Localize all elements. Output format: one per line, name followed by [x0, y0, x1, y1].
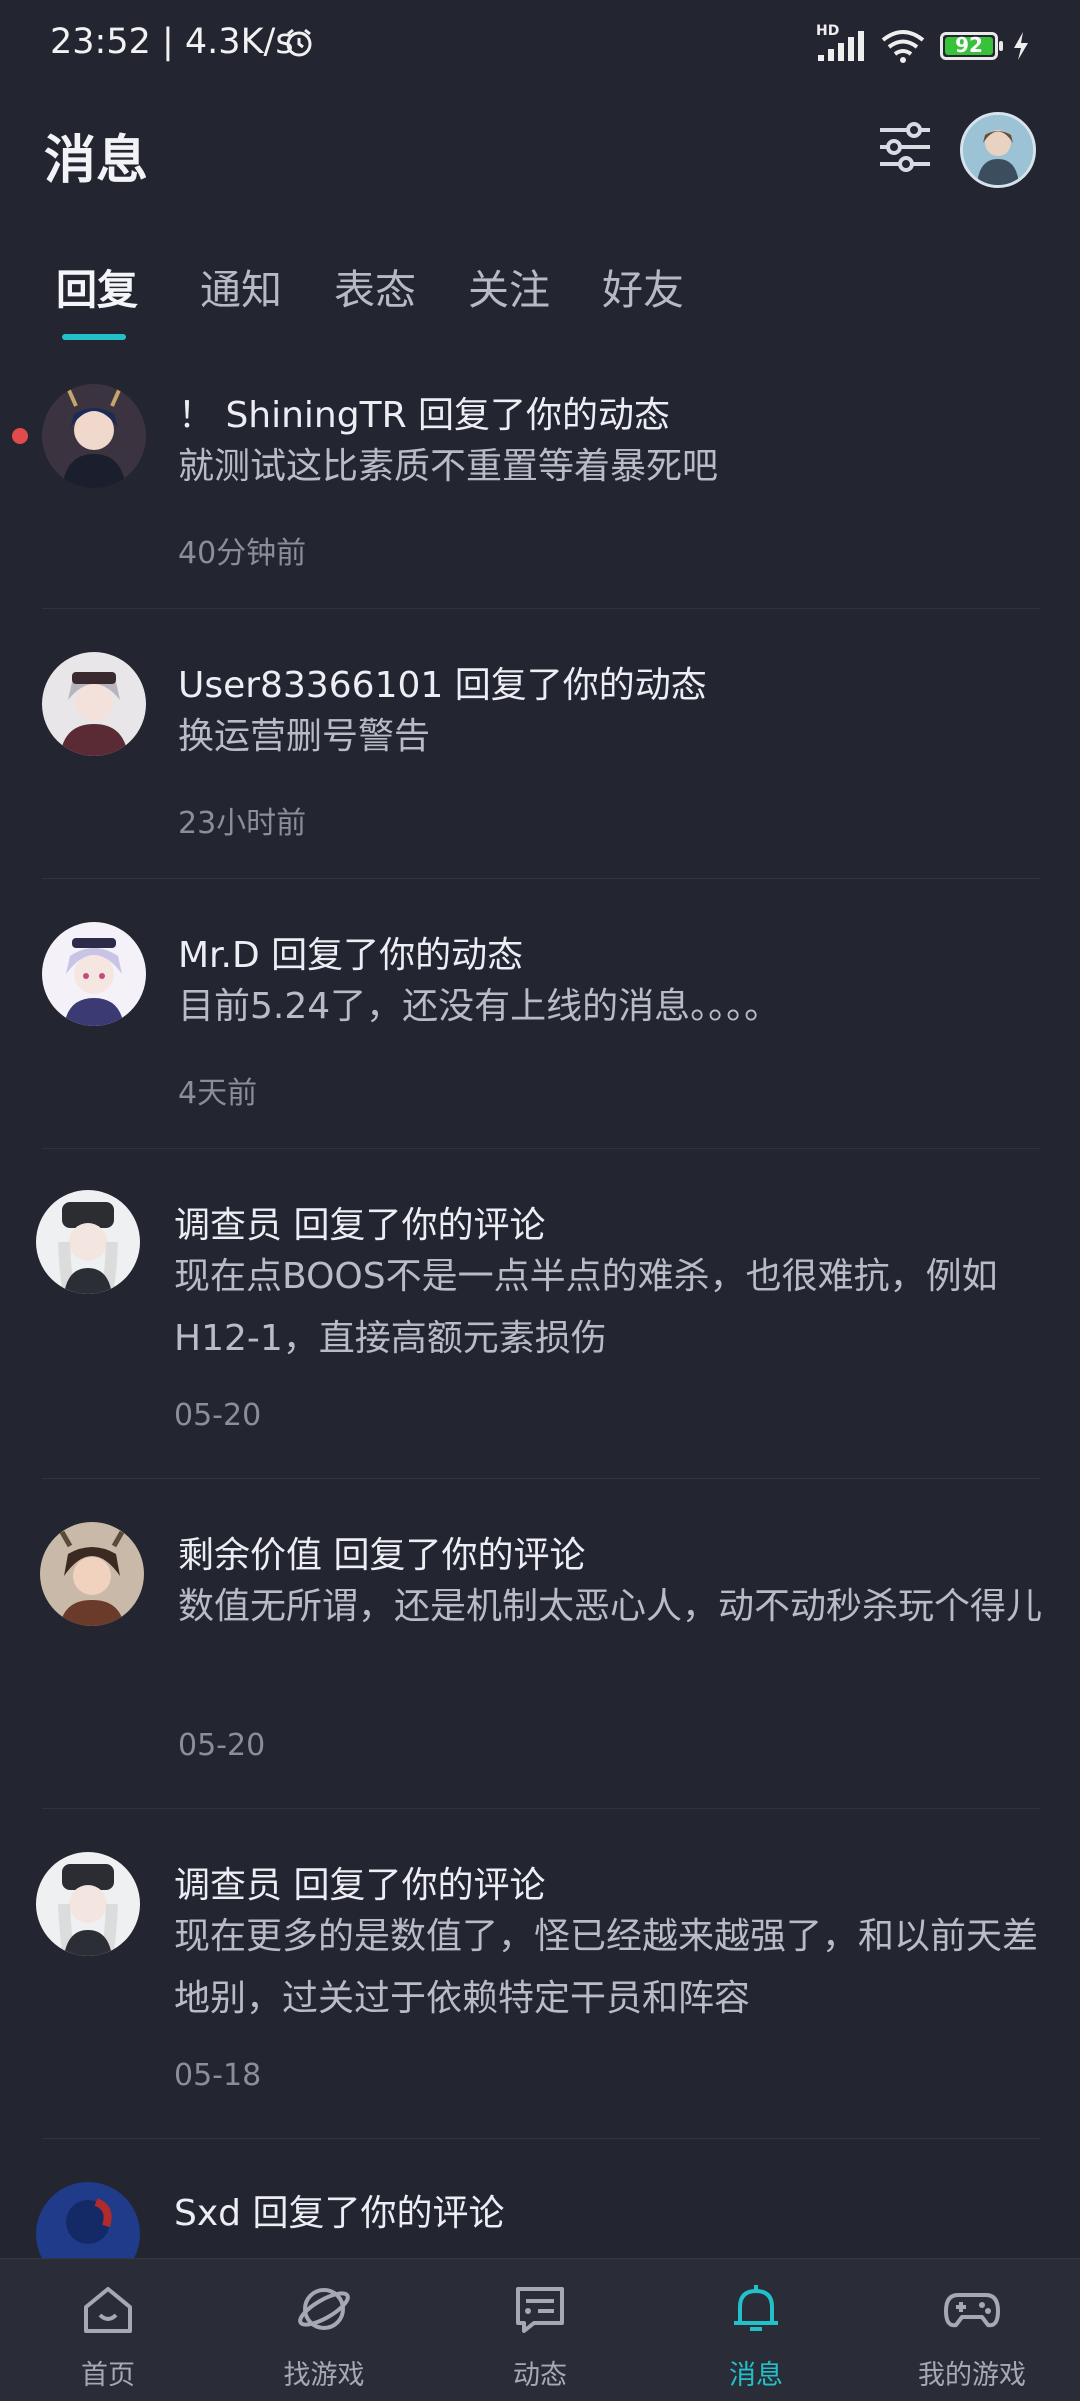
- avatar[interactable]: [36, 1190, 140, 1294]
- reply-title: 调查员 回复了你的评论: [174, 1865, 546, 1906]
- reply-content: 数值无所谓，还是机制太恶心人，动不动秒杀玩个得儿: [178, 1586, 1043, 1627]
- nav-feed-label: 动态: [513, 2360, 567, 2391]
- nav-messages[interactable]: 消息: [648, 2259, 864, 2401]
- feed-icon: [516, 2287, 564, 2333]
- tab-friends[interactable]: 好友: [602, 256, 684, 316]
- message-tabs: 回复 通知 表态 关注 好友: [0, 250, 1080, 340]
- bottom-nav: 首页 找游戏 动态 消息 我的游戏: [0, 2258, 1080, 2401]
- nav-feed[interactable]: 动态: [432, 2259, 648, 2401]
- tab-reaction[interactable]: 表态: [334, 256, 416, 316]
- gamepad-icon: [944, 2293, 1000, 2328]
- discover-icon: [298, 2288, 350, 2330]
- avatar[interactable]: [42, 384, 146, 488]
- reply-title: Sxd 回复了你的评论: [174, 2193, 505, 2234]
- divider: [42, 608, 1040, 609]
- nav-home[interactable]: 首页: [0, 2259, 216, 2401]
- tab-reply[interactable]: 回复: [56, 256, 138, 316]
- reply-title: Mr.D 回复了你的动态: [178, 935, 524, 976]
- list-item[interactable]: 调查员 回复了你的评论 现在点BOOS不是一点半点的难杀，也很难抗，例如H12-…: [0, 1180, 1080, 1480]
- avatar[interactable]: [36, 2182, 140, 2258]
- divider: [42, 2138, 1040, 2139]
- page-title: 消息: [44, 131, 149, 191]
- reply-time: 40分钟前: [178, 536, 307, 571]
- divider: [42, 1148, 1040, 1149]
- nav-my-games[interactable]: 我的游戏: [864, 2259, 1080, 2401]
- reply-title: User83366101 回复了你的动态: [178, 665, 707, 706]
- reply-title: 剩余价值 回复了你的评论: [178, 1535, 586, 1576]
- bell-icon: [734, 2285, 778, 2331]
- status-time: 23:52 | 4.3K/s: [50, 22, 294, 62]
- avatar[interactable]: [42, 652, 146, 756]
- reply-content: 现在更多的是数值了，怪已经越来越强了，和以前天差地别，过关过于依赖特定干员和阵容: [174, 1916, 1039, 2019]
- reply-time: 05-20: [178, 1728, 266, 1763]
- list-item[interactable]: Mr.D 回复了你的动态 目前5.24了，还没有上线的消息。。。。 4天前: [0, 910, 1080, 1150]
- list-item[interactable]: 调查员 回复了你的评论 现在更多的是数值了，怪已经越来越强了，和以前天差地别，过…: [0, 1840, 1080, 2140]
- active-tab-indicator: [62, 334, 126, 340]
- alarm-icon: [286, 28, 312, 57]
- reply-time: 05-20: [174, 1398, 262, 1433]
- reply-content: 现在点BOOS不是一点半点的难杀，也很难抗，例如H12-1，直接高额元素损伤: [174, 1256, 998, 1359]
- home-icon: [84, 2287, 132, 2333]
- reply-title: 调查员 回复了你的评论: [174, 1205, 546, 1246]
- filter-settings-icon[interactable]: [876, 118, 934, 176]
- reply-title: ！ ShiningTR 回复了你的动态: [178, 395, 671, 436]
- battery-level: 92: [955, 33, 983, 57]
- nav-my-games-label: 我的游戏: [918, 2360, 1026, 2391]
- nav-messages-label: 消息: [729, 2360, 783, 2391]
- tab-follow[interactable]: 关注: [468, 256, 550, 316]
- user-avatar[interactable]: [960, 112, 1036, 188]
- battery-icon: 92: [940, 32, 1003, 60]
- wifi-icon: [881, 30, 925, 63]
- status-indicators: HD 92: [816, 23, 1030, 66]
- status-bar: 23:52 | 4.3K/s HD 92: [0, 0, 1080, 92]
- signal-icon: HD: [816, 23, 866, 63]
- list-item[interactable]: User83366101 回复了你的动态 换运营删号警告 23小时前: [0, 640, 1080, 880]
- reply-content: 就测试这比素质不重置等着暴死吧: [178, 446, 719, 487]
- reply-time: 23小时前: [178, 806, 307, 841]
- list-item[interactable]: ！ ShiningTR 回复了你的动态 就测试这比素质不重置等着暴死吧 40分钟…: [0, 370, 1080, 610]
- avatar[interactable]: [40, 1522, 144, 1626]
- avatar[interactable]: [36, 1852, 140, 1956]
- divider: [42, 1478, 1040, 1479]
- avatar[interactable]: [42, 922, 146, 1026]
- list-item[interactable]: Sxd 回复了你的评论: [0, 2170, 1080, 2258]
- divider: [42, 878, 1040, 879]
- reply-time: 4天前: [178, 1076, 258, 1111]
- tab-notice[interactable]: 通知: [200, 256, 282, 316]
- divider: [42, 1808, 1040, 1809]
- reply-content: 换运营删号警告: [178, 716, 431, 757]
- reply-time: 05-18: [174, 2058, 262, 2093]
- nav-discover[interactable]: 找游戏: [216, 2259, 432, 2401]
- nav-discover-label: 找游戏: [283, 2360, 365, 2391]
- unread-dot: [12, 428, 28, 444]
- nav-home-label: 首页: [81, 2360, 135, 2391]
- list-item[interactable]: 剩余价值 回复了你的评论 数值无所谓，还是机制太恶心人，动不动秒杀玩个得儿 05…: [0, 1510, 1080, 1810]
- reply-content: 目前5.24了，还没有上线的消息。。。。: [178, 986, 781, 1027]
- charging-icon: [1014, 32, 1028, 60]
